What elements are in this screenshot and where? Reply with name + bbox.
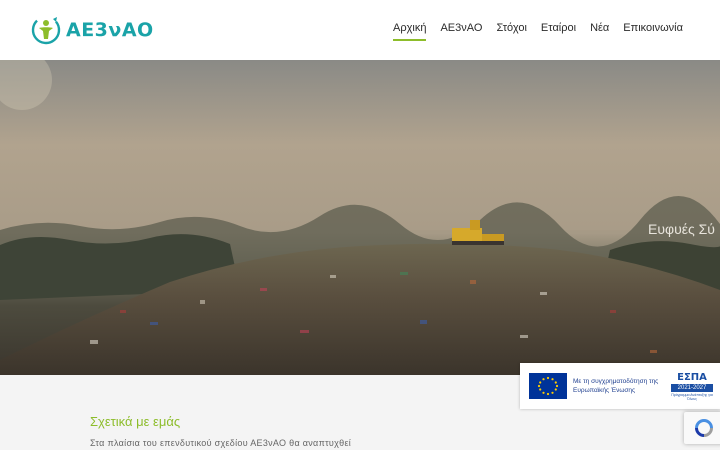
nav-item-home[interactable]: Αρχική [393,22,427,41]
espa-text: Με τη συγχρηματοδότηση της Ευρωπαϊκής Έν… [573,378,659,394]
nav-item-goals[interactable]: Στόχοι [496,22,526,41]
main-nav: Αρχική ΑΕ3νΑΟ Στόχοι Εταίροι Νέα Επικοιν… [393,22,683,41]
site-header: ΑΕ3νΑΟ Αρχική ΑΕ3νΑΟ Στόχοι Εταίροι Νέα … [0,0,720,60]
espa-banner[interactable]: Με τη συγχρηματοδότηση της Ευρωπαϊκής Έν… [520,363,720,409]
espa-logo: ΕΣΠΑ 2021-2027 Πρόγραμμα Ανάπτυξης για Ό… [671,372,713,401]
hero-caption: Ευφυές Σύ [648,221,715,237]
landfill-photo [0,60,720,375]
page: ΑΕ3νΑΟ Αρχική ΑΕ3νΑΟ Στόχοι Εταίροι Νέα … [0,0,720,450]
nav-item-news[interactable]: Νέα [590,22,609,41]
about-text: Στα πλαίσια του επενδυτικού σχεδίου ΑΕ3ν… [90,438,352,448]
recaptcha-icon [695,419,713,437]
hero-slider[interactable]: Ευφυές Σύ [0,60,720,375]
site-logo[interactable]: ΑΕ3νΑΟ [30,14,154,46]
about-title: Σχετικά με εμάς [90,414,181,429]
logo-text: ΑΕ3νΑΟ [66,19,154,41]
espa-logo-word: ΕΣΠΑ [677,371,707,383]
nav-item-ae3nao[interactable]: ΑΕ3νΑΟ [440,22,482,41]
logo-icon [31,15,61,45]
eu-flag-icon [529,373,567,399]
espa-logo-subtitle: Πρόγραμμα Ανάπτυξης για Όλους [671,392,713,401]
recaptcha-badge[interactable] [684,412,720,444]
espa-logo-years: 2021-2027 [671,383,713,392]
nav-item-contact[interactable]: Επικοινωνία [623,22,683,41]
nav-item-partners[interactable]: Εταίροι [541,22,576,41]
